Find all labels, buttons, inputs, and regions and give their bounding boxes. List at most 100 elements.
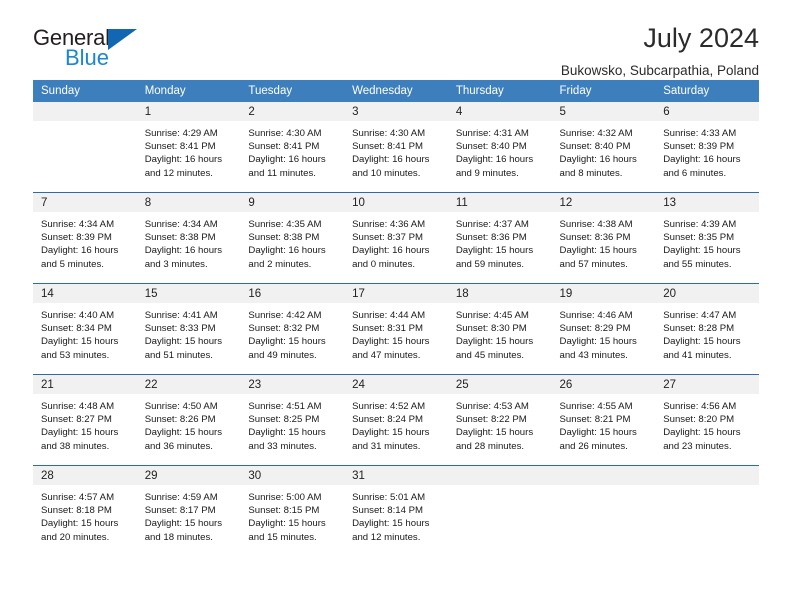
daylight-duration-line2: and 12 minutes.: [352, 531, 421, 543]
calendar-day-cell[interactable]: 12 Sunrise: 4:38 AM Sunset: 8:36 PM Dayligh…: [551, 192, 656, 284]
calendar-day-cell-empty: [655, 465, 759, 556]
sunrise-time: Sunrise: 4:51 AM: [248, 401, 322, 412]
daylight-duration-line2: and 41 minutes.: [663, 349, 732, 361]
sunset-time: Sunset: 8:22 PM: [455, 414, 527, 426]
sunrise-time: Sunrise: 4:44 AM: [352, 310, 426, 321]
calendar-day-cell[interactable]: 20 Sunrise: 4:47 AM Sunset: 8:28 PM Dayligh…: [655, 283, 759, 375]
day-number: 27: [655, 375, 759, 394]
calendar-day-cell[interactable]: 7 Sunrise: 4:34 AM Sunset: 8:39 PM Daylight…: [33, 192, 137, 284]
sunrise-time: Sunrise: 4:48 AM: [41, 401, 115, 412]
calendar-day-cell[interactable]: 14 Sunrise: 4:40 AM Sunset: 8:34 PM Dayligh…: [33, 283, 137, 375]
daylight-duration-line2: and 38 minutes.: [41, 440, 110, 452]
weekday-header-wednesday: Wednesday: [344, 80, 448, 102]
daylight-duration-line1: Daylight: 15 hours: [41, 518, 119, 530]
calendar-week-row: 7 Sunrise: 4:34 AM Sunset: 8:39 PM Daylight…: [33, 192, 759, 284]
daylight-duration-line1: Daylight: 15 hours: [41, 336, 119, 348]
calendar-week-row: 21 Sunrise: 4:48 AM Sunset: 8:27 PM Dayligh…: [33, 374, 759, 466]
day-details: Sunrise: 4:47 AM Sunset: 8:28 PM Daylight:…: [655, 303, 759, 362]
daylight-duration-line2: and 11 minutes.: [248, 167, 316, 179]
sunrise-time: Sunrise: 4:41 AM: [144, 310, 218, 321]
calendar-day-cell[interactable]: 18 Sunrise: 4:45 AM Sunset: 8:30 PM Dayligh…: [447, 283, 552, 375]
day-number: 20: [655, 284, 759, 303]
daylight-duration-line1: Daylight: 15 hours: [144, 336, 223, 348]
general-blue-logo[interactable]: General Blue: [33, 27, 213, 75]
calendar-day-cell[interactable]: 9 Sunrise: 4:35 AM Sunset: 8:38 PM Daylight…: [240, 192, 345, 284]
day-number: 12: [551, 193, 656, 212]
daylight-duration-line2: and 18 minutes.: [144, 531, 213, 543]
calendar-day-cell[interactable]: 21 Sunrise: 4:48 AM Sunset: 8:27 PM Dayligh…: [33, 374, 137, 466]
calendar-body: 1 Sunrise: 4:29 AM Sunset: 8:41 PM Daylight…: [33, 102, 759, 556]
sunset-time: Sunset: 8:38 PM: [248, 232, 320, 244]
calendar-day-cell[interactable]: 16 Sunrise: 4:42 AM Sunset: 8:32 PM Dayligh…: [240, 283, 345, 375]
day-number: 8: [136, 193, 241, 212]
day-details: Sunrise: 5:00 AM Sunset: 8:15 PM Daylight:…: [240, 485, 344, 544]
daylight-duration-line1: Daylight: 15 hours: [352, 336, 430, 348]
day-details: Sunrise: 4:30 AM Sunset: 8:41 PM Daylight:…: [240, 121, 344, 180]
calendar-day-cell[interactable]: 4 Sunrise: 4:31 AM Sunset: 8:40 PM Daylight…: [447, 102, 552, 193]
day-number: 21: [33, 375, 137, 394]
calendar-day-cell[interactable]: 8 Sunrise: 4:34 AM Sunset: 8:38 PM Daylight…: [136, 192, 241, 284]
day-number: 23: [240, 375, 345, 394]
calendar-day-cell[interactable]: 2 Sunrise: 4:30 AM Sunset: 8:41 PM Daylight…: [240, 102, 345, 193]
sunset-time: Sunset: 8:39 PM: [663, 141, 735, 153]
calendar-day-cell[interactable]: 30 Sunrise: 5:00 AM Sunset: 8:15 PM Dayligh…: [240, 465, 345, 556]
weekday-header-thursday: Thursday: [447, 80, 552, 102]
calendar-day-cell[interactable]: 6 Sunrise: 4:33 AM Sunset: 8:39 PM Daylight…: [655, 102, 759, 193]
day-details: Sunrise: 4:30 AM Sunset: 8:41 PM Daylight:…: [344, 121, 448, 180]
calendar-day-cell[interactable]: 27 Sunrise: 4:56 AM Sunset: 8:20 PM Dayligh…: [655, 374, 759, 466]
calendar-day-cell[interactable]: 17 Sunrise: 4:44 AM Sunset: 8:31 PM Dayligh…: [344, 283, 448, 375]
sunset-time: Sunset: 8:32 PM: [248, 323, 320, 335]
calendar-day-cell[interactable]: 5 Sunrise: 4:32 AM Sunset: 8:40 PM Daylight…: [551, 102, 656, 193]
daylight-duration-line2: and 28 minutes.: [455, 440, 525, 452]
sunrise-time: Sunrise: 4:50 AM: [144, 401, 218, 412]
calendar-day-cell[interactable]: 1 Sunrise: 4:29 AM Sunset: 8:41 PM Daylight…: [136, 102, 241, 193]
calendar-day-cell[interactable]: 26 Sunrise: 4:55 AM Sunset: 8:21 PM Dayligh…: [551, 374, 656, 466]
calendar-day-cell[interactable]: 29 Sunrise: 4:59 AM Sunset: 8:17 PM Dayligh…: [136, 465, 241, 556]
calendar-day-cell[interactable]: 22 Sunrise: 4:50 AM Sunset: 8:26 PM Dayligh…: [136, 374, 241, 466]
daylight-duration-line2: and 6 minutes.: [663, 167, 727, 179]
calendar-day-cell-empty: [551, 465, 656, 556]
sunset-time: Sunset: 8:41 PM: [248, 141, 320, 153]
daylight-duration-line2: and 59 minutes.: [455, 258, 525, 270]
day-number: 14: [33, 284, 137, 303]
calendar-day-cell[interactable]: 11 Sunrise: 4:37 AM Sunset: 8:36 PM Dayligh…: [447, 192, 552, 284]
daylight-duration-line1: Daylight: 15 hours: [144, 427, 223, 439]
day-details: Sunrise: 4:34 AM Sunset: 8:38 PM Daylight:…: [137, 212, 241, 271]
day-number: 5: [551, 102, 656, 121]
calendar-day-cell[interactable]: 15 Sunrise: 4:41 AM Sunset: 8:33 PM Dayligh…: [136, 283, 241, 375]
weekday-header-row: Sunday Monday Tuesday Wednesday Thursday Frid…: [33, 80, 759, 102]
calendar-day-cell[interactable]: 25 Sunrise: 4:53 AM Sunset: 8:22 PM Dayligh…: [447, 374, 552, 466]
sunrise-time: Sunrise: 4:39 AM: [663, 219, 737, 230]
sunset-time: Sunset: 8:20 PM: [663, 414, 735, 426]
day-details: Sunrise: 4:31 AM Sunset: 8:40 PM Daylight:…: [448, 121, 552, 180]
daylight-duration-line1: Daylight: 15 hours: [559, 336, 637, 348]
daylight-duration-line2: and 43 minutes.: [559, 349, 628, 361]
calendar-day-cell[interactable]: 13 Sunrise: 4:39 AM Sunset: 8:35 PM Dayligh…: [655, 192, 759, 284]
daylight-duration-line2: and 33 minutes.: [248, 440, 317, 452]
sunset-time: Sunset: 8:37 PM: [352, 232, 424, 244]
sunrise-time: Sunrise: 4:47 AM: [663, 310, 737, 321]
day-details: Sunrise: 4:55 AM Sunset: 8:21 PM Daylight:…: [552, 394, 656, 453]
day-details: Sunrise: 4:51 AM Sunset: 8:25 PM Daylight:…: [240, 394, 344, 453]
calendar-page: General Blue July 2024 Bukowsko, Subcarp…: [0, 0, 792, 612]
calendar-day-cell[interactable]: 3 Sunrise: 4:30 AM Sunset: 8:41 PM Daylight…: [344, 102, 448, 193]
sunset-time: Sunset: 8:31 PM: [352, 323, 424, 335]
daylight-duration-line1: Daylight: 16 hours: [248, 245, 326, 257]
day-number: 2: [240, 102, 345, 121]
sunset-time: Sunset: 8:24 PM: [352, 414, 424, 426]
logo-text-blue: Blue: [65, 45, 110, 70]
calendar-day-cell[interactable]: 23 Sunrise: 4:51 AM Sunset: 8:25 PM Dayligh…: [240, 374, 345, 466]
calendar-day-cell[interactable]: 28 Sunrise: 4:57 AM Sunset: 8:18 PM Dayligh…: [33, 465, 137, 556]
calendar-day-cell[interactable]: 31 Sunrise: 5:01 AM Sunset: 8:14 PM Dayligh…: [344, 465, 448, 556]
day-number: 25: [447, 375, 552, 394]
calendar-day-cell[interactable]: 10 Sunrise: 4:36 AM Sunset: 8:37 PM Dayligh…: [344, 192, 448, 284]
sunrise-time: Sunrise: 4:33 AM: [663, 128, 737, 139]
sunrise-time: Sunrise: 4:34 AM: [144, 219, 218, 230]
day-details: Sunrise: 4:35 AM Sunset: 8:38 PM Daylight:…: [240, 212, 344, 271]
daylight-duration-line2: and 36 minutes.: [144, 440, 213, 452]
sunrise-time: Sunrise: 4:29 AM: [144, 128, 218, 139]
sunset-time: Sunset: 8:28 PM: [663, 323, 735, 335]
calendar-day-cell[interactable]: 24 Sunrise: 4:52 AM Sunset: 8:24 PM Dayligh…: [344, 374, 448, 466]
calendar-day-cell[interactable]: 19 Sunrise: 4:46 AM Sunset: 8:29 PM Dayligh…: [551, 283, 656, 375]
sunrise-time: Sunrise: 5:01 AM: [352, 492, 426, 503]
